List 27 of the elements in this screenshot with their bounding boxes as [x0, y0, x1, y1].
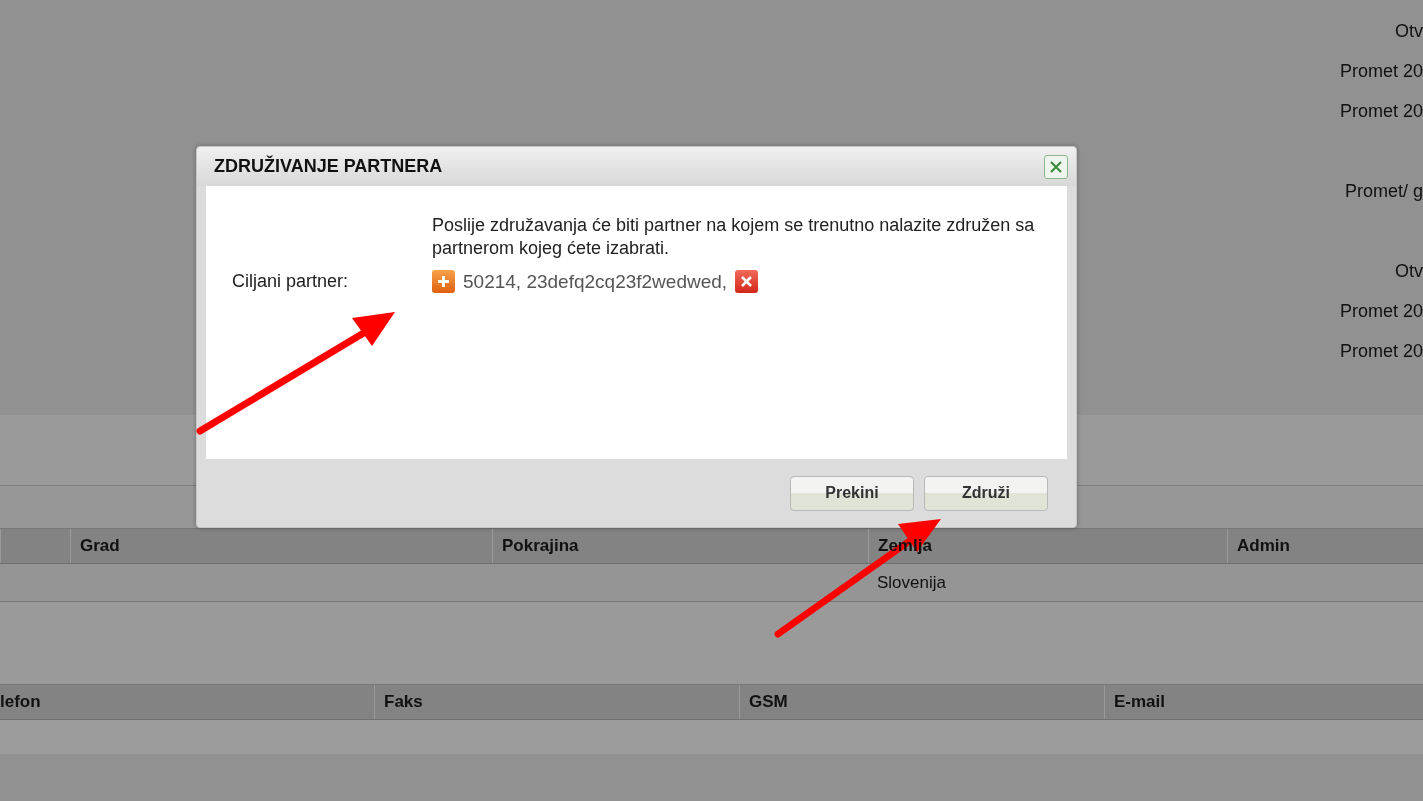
cancel-button[interactable]: Prekini [790, 475, 914, 511]
field-label: Promet 20 [1339, 60, 1423, 82]
field-label: Otv [1395, 20, 1423, 42]
column-header: Faks [374, 685, 739, 719]
field-label: Ciljani partner: [232, 270, 350, 293]
column-header: Pokrajina [492, 529, 868, 563]
field-label: Promet/ g [1344, 180, 1423, 202]
column-header: E-mail [1104, 685, 1423, 719]
dialog-message: Poslije združavanja će biti partner na kojem se trenutno nalazite združen sa partnerom kojeg ćete izabrati. [432, 214, 1036, 260]
field-label: Promet 20 [1339, 100, 1423, 122]
close-icon [1049, 159, 1063, 174]
column-header: Grad [70, 529, 492, 563]
partner-value: 50214, 23defq2cq23f2wedwed, [463, 270, 728, 293]
merge-button[interactable]: Združi [924, 475, 1048, 511]
plus-icon [437, 275, 450, 288]
add-button[interactable] [432, 270, 455, 293]
field-label: Promet 20 [1339, 340, 1423, 362]
column-header: lefon [0, 691, 42, 713]
field-label: Promet 20 [1339, 300, 1423, 322]
dialog-title: ZDRUŽIVANJE PARTNERA [214, 156, 443, 177]
table-cell-text: Slovenija [876, 571, 947, 594]
close-button[interactable] [1044, 154, 1068, 179]
remove-button[interactable] [735, 270, 759, 293]
field-label: Otv [1395, 260, 1423, 282]
close-icon [740, 275, 754, 288]
column-header: Admin [1227, 529, 1423, 563]
column-header: GSM [739, 685, 1104, 719]
